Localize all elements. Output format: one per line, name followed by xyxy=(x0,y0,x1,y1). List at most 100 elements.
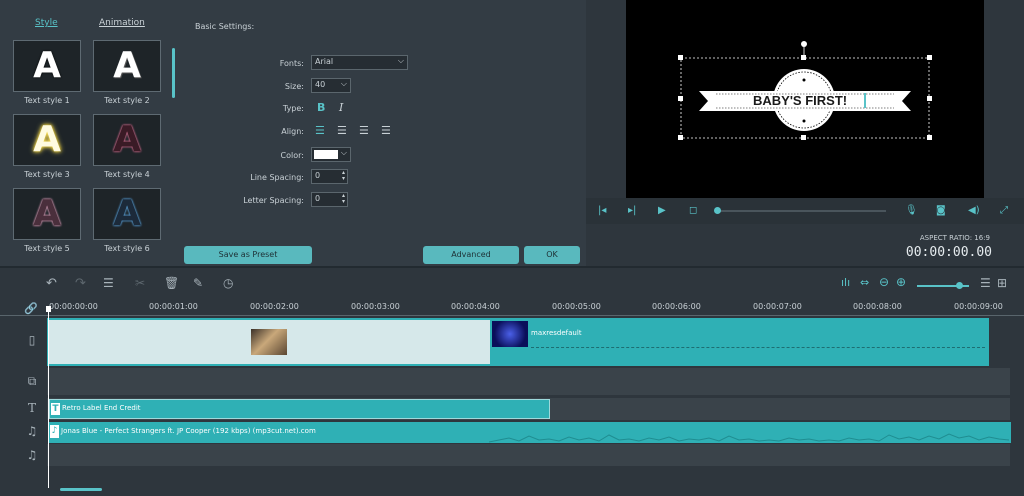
text-track-icon: T xyxy=(27,401,36,415)
save-as-preset-button[interactable]: Save as Preset xyxy=(184,246,312,264)
zoom-slider-knob[interactable] xyxy=(956,282,963,289)
fonts-select[interactable]: Arial ⌵ xyxy=(311,55,408,70)
styles-scrollbar[interactable] xyxy=(172,48,175,98)
letter-spacing-label: Letter Spacing: xyxy=(243,196,304,205)
zoom-in-icon[interactable]: ⊕ xyxy=(896,275,906,289)
fonts-label: Fonts: xyxy=(279,59,304,68)
ruler-tick-label: 00:00:05:00 xyxy=(552,302,601,311)
playhead-knob[interactable] xyxy=(714,207,721,214)
stepper-arrows-icon[interactable]: ▴ ▾ xyxy=(342,170,345,182)
ok-button[interactable]: OK xyxy=(524,246,580,264)
text-style-6-label: Text style 6 xyxy=(104,244,150,253)
duration-icon[interactable]: ◷ xyxy=(223,276,233,290)
chevron-down-icon: ⌵ xyxy=(397,56,404,65)
ruler-tick-label: 00:00:01:00 xyxy=(149,302,198,311)
timeline-scrollbar[interactable] xyxy=(60,488,102,491)
list-view-icon[interactable]: ☰ xyxy=(980,276,991,290)
timecode-area: ASPECT RATIO: 16:9 00:00:00.00 xyxy=(586,224,1024,268)
text-clip-icon: T xyxy=(51,403,60,415)
adjust-icon[interactable]: ☰ xyxy=(103,276,114,290)
fullscreen-icon[interactable]: ⤢ xyxy=(1000,198,1008,224)
microphone-icon[interactable]: 🎙 xyxy=(905,198,918,224)
video-track-icon: ▯ xyxy=(28,333,36,347)
italic-button[interactable]: I xyxy=(339,101,343,114)
color-swatch xyxy=(314,150,338,159)
delete-icon[interactable]: 🗑 xyxy=(164,276,179,290)
align-justify-icon[interactable]: ☰ xyxy=(381,124,391,137)
align-left-icon[interactable]: ☰ xyxy=(315,124,325,137)
text-style-6-thumb[interactable]: A xyxy=(93,188,161,240)
clip-label: maxresdefault xyxy=(531,329,582,337)
text-style-5-label: Text style 5 xyxy=(24,244,70,253)
preview-title-text[interactable]: BABY'S FIRST! xyxy=(753,93,847,108)
title-clip[interactable]: T Retro Label End Credit xyxy=(49,399,550,419)
playback-progress-bar[interactable] xyxy=(716,210,886,212)
redo-icon[interactable]: ↷ xyxy=(75,276,86,291)
skip-start-icon[interactable]: |◂ xyxy=(598,198,606,224)
clip-volume-line xyxy=(531,347,985,348)
tab-style[interactable]: Style xyxy=(35,18,58,28)
line-spacing-stepper[interactable]: 0 ▴ ▾ xyxy=(311,169,348,184)
text-style-5-thumb[interactable]: A xyxy=(13,188,81,240)
cut-icon[interactable]: ✂ xyxy=(135,276,145,290)
volume-icon[interactable]: ◀) xyxy=(968,198,980,224)
playhead-handle[interactable] xyxy=(46,306,51,312)
step-back-icon[interactable]: ▸| xyxy=(628,198,636,224)
play-icon[interactable]: ▶ xyxy=(658,198,666,224)
ruler-tick-label: 00:00:07:00 xyxy=(753,302,802,311)
link-icon[interactable]: 🔗 xyxy=(24,302,38,315)
timeline-toolbar: ↶ ↷ ☰ ✂ 🗑 ✎ ◷ ılı ⇔ ⊖ ⊕ ☰ ⊞ xyxy=(0,268,1024,298)
size-select[interactable]: 40 ⌵ xyxy=(311,78,351,93)
align-right-icon[interactable]: ☰ xyxy=(359,124,369,137)
audio-clip-icon: ♪ xyxy=(50,425,59,438)
text-style-3-label: Text style 3 xyxy=(24,170,70,179)
align-label: Align: xyxy=(281,127,304,136)
type-label: Type: xyxy=(282,104,304,113)
tab-animation[interactable]: Animation xyxy=(99,18,145,28)
text-style-3-thumb[interactable]: A xyxy=(13,114,81,166)
playback-controls: |◂ ▸| ▶ ◻ 🎙 ◙ ◀) ⤢ xyxy=(586,198,1024,224)
stop-icon[interactable]: ◻ xyxy=(689,198,697,224)
text-style-2-thumb[interactable]: A xyxy=(93,40,161,92)
stepper-arrows-icon[interactable]: ▴ ▾ xyxy=(342,193,345,205)
audio-clip[interactable]: ♪ Jonas Blue - Perfect Strangers ft. JP … xyxy=(49,422,1011,443)
audio-track-2 xyxy=(47,444,1010,466)
undo-icon[interactable]: ↶ xyxy=(46,276,57,291)
ruler-tick-label: 00:00:03:00 xyxy=(351,302,400,311)
basic-settings-heading: Basic Settings: xyxy=(195,22,255,31)
camera-icon[interactable]: ◙ xyxy=(936,198,946,224)
timeline-playhead[interactable] xyxy=(48,308,49,488)
ruler-tick-label: 00:00:06:00 xyxy=(652,302,701,311)
text-style-1-thumb[interactable]: A xyxy=(13,40,81,92)
text-style-2-label: Text style 2 xyxy=(104,96,150,105)
clip-label: Retro Label End Credit xyxy=(62,404,141,412)
clip-thumbnail xyxy=(492,321,528,347)
ruler-tick-label: 00:00:02:00 xyxy=(250,302,299,311)
chevron-down-icon: ⌵ xyxy=(340,148,347,157)
grid-view-icon[interactable]: ⊞ xyxy=(997,276,1007,290)
audio-mixer-icon[interactable]: ılı xyxy=(841,276,850,289)
edit-icon[interactable]: ✎ xyxy=(193,276,203,290)
aspect-ratio-label: ASPECT RATIO: 16:9 xyxy=(919,234,990,242)
advanced-button[interactable]: Advanced xyxy=(423,246,519,264)
pip-track xyxy=(47,368,1010,395)
music-track-2-icon: ♫ xyxy=(26,448,38,462)
align-center-icon[interactable]: ☰ xyxy=(337,124,347,137)
color-picker[interactable]: ⌵ xyxy=(311,147,351,162)
letter-spacing-stepper[interactable]: 0 ▴ ▾ xyxy=(311,192,348,207)
text-style-4-label: Text style 4 xyxy=(104,170,150,179)
fit-timeline-icon[interactable]: ⇔ xyxy=(860,276,869,289)
music-track-icon: ♫ xyxy=(26,424,38,438)
color-label: Color: xyxy=(280,151,304,160)
audio-waveform xyxy=(489,433,1009,443)
ruler-tick-label: 00:00:04:00 xyxy=(451,302,500,311)
chevron-down-icon: ⌵ xyxy=(340,79,347,88)
ruler-tick-label: 00:00:09:00 xyxy=(954,302,1003,311)
clip-thumbnail xyxy=(251,329,287,355)
zoom-out-icon[interactable]: ⊖ xyxy=(879,275,889,289)
text-style-4-thumb[interactable]: A xyxy=(93,114,161,166)
bold-button[interactable]: B xyxy=(317,101,325,114)
preview-window: BABY'S FIRST! xyxy=(626,0,984,198)
video-clip-2[interactable] xyxy=(492,320,987,364)
ruler-tick-label: 00:00:00:00 xyxy=(49,302,98,311)
